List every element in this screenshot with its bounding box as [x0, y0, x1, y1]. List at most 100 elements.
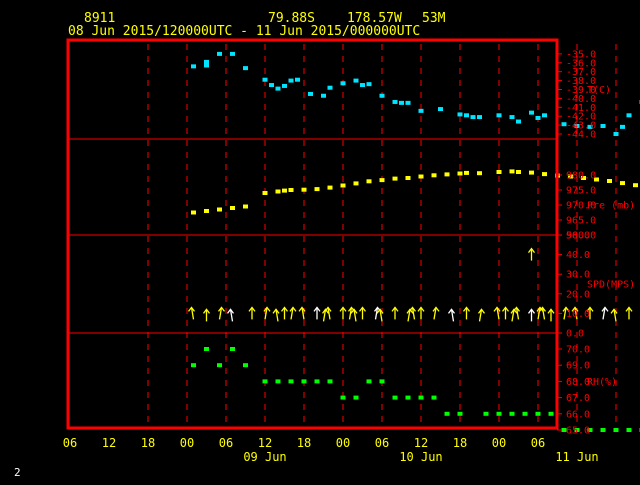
data-point: [380, 379, 385, 383]
data-point: [393, 177, 398, 181]
data-point: [367, 379, 372, 383]
y-axes: -35.0-36.0-37.0-38.0-39.0-40.0-41.0-42.0…: [557, 49, 635, 436]
y-tick-label: 965.0: [566, 216, 596, 227]
data-point: [393, 100, 398, 104]
x-tick-label: 12: [414, 436, 428, 450]
data-point: [458, 412, 463, 416]
data-point: [282, 189, 287, 193]
data-point: [341, 396, 346, 400]
data-point: [627, 113, 632, 117]
data-point: [276, 190, 281, 194]
y-tick-label: -44.0: [566, 130, 596, 141]
data-point: [419, 396, 424, 400]
data-point: [516, 170, 521, 174]
data-point: [289, 379, 294, 383]
data-point: [620, 125, 625, 129]
y-axis-title: RH(%): [587, 377, 617, 388]
data-point: [269, 83, 274, 87]
data-point: [295, 78, 300, 82]
meteogram: 8911 79.88S 178.57W 53M 08 Jun 2015/1200…: [0, 0, 640, 480]
time-range: 08 Jun 2015/120000UTC - 11 Jun 2015/0000…: [68, 24, 420, 39]
data-point: [230, 206, 235, 210]
data-point: [438, 107, 443, 111]
data-point: [204, 347, 209, 351]
data-point: [445, 412, 450, 416]
wind-arrow: [351, 309, 357, 321]
wind-arrow: [189, 307, 195, 319]
grid: [68, 44, 640, 424]
y-tick-label: 69.0: [566, 361, 590, 372]
x-date-label: 11 Jun: [555, 450, 598, 464]
x-tick-label: 18: [141, 436, 155, 450]
y-axis-title: Pre (mb): [587, 201, 635, 212]
x-tick-label: 12: [258, 436, 272, 450]
data-point: [243, 363, 248, 367]
wind-arrow: [479, 309, 485, 321]
plot-frame: [68, 40, 557, 428]
data-point: [289, 188, 294, 192]
wind-arrow: [392, 307, 398, 319]
data-point: [243, 66, 248, 70]
data-point: [217, 363, 222, 367]
data-point: [282, 84, 287, 88]
data-point: [308, 92, 313, 96]
x-tick-label: 06: [531, 436, 545, 450]
wind-arrow: [626, 307, 632, 319]
data-point: [354, 396, 359, 400]
x-tick-label: 06: [219, 436, 233, 450]
data-point: [523, 412, 528, 416]
data-point: [315, 187, 320, 191]
y-tick-label: 66.0: [566, 409, 590, 420]
x-tick-label: 18: [297, 436, 311, 450]
data-point: [477, 171, 482, 175]
wind-arrow: [529, 249, 535, 261]
y-tick-label: 65.0: [566, 426, 590, 437]
x-axis: 0612180006121800061218000609 Jun10 Jun11…: [63, 436, 599, 464]
data-point: [263, 191, 268, 195]
data-point: [510, 412, 515, 416]
data-point: [302, 379, 307, 383]
data-point: [601, 124, 606, 128]
data-point: [276, 87, 281, 91]
data-point: [419, 109, 424, 113]
data-point: [406, 176, 411, 180]
data-point: [263, 379, 268, 383]
data-point: [497, 113, 502, 117]
data-point: [341, 81, 346, 85]
wind-arrow: [340, 307, 346, 319]
data-point: [367, 82, 372, 86]
data-point: [445, 172, 450, 176]
data-point: [380, 178, 385, 182]
data-point: [471, 115, 476, 119]
data-point: [204, 63, 209, 67]
data-point: [328, 186, 333, 190]
data-point: [243, 205, 248, 209]
wind-arrow: [219, 307, 225, 319]
plot-border: [68, 40, 557, 428]
y-tick-label: 40.0: [566, 250, 590, 261]
data-point: [191, 64, 196, 68]
wind-arrow: [540, 307, 546, 319]
wind-arrow: [418, 307, 424, 319]
data-point: [633, 183, 638, 187]
data-point: [341, 184, 346, 188]
y-tick-label: 67.0: [566, 393, 590, 404]
data-point: [497, 170, 502, 174]
data-point: [484, 412, 489, 416]
wind-arrow: [503, 307, 509, 319]
wind-arrow: [228, 309, 234, 321]
data-point: [217, 208, 222, 212]
data-point: [419, 175, 424, 179]
x-tick-label: 06: [63, 436, 77, 450]
x-date-label: 10 Jun: [399, 450, 442, 464]
data-point: [549, 412, 554, 416]
data-point: [406, 101, 411, 105]
data-point: [529, 171, 534, 175]
data-point: [204, 60, 209, 64]
data-point: [627, 428, 632, 432]
data-point: [354, 79, 359, 83]
data-point: [289, 79, 294, 83]
data-point: [191, 211, 196, 215]
data-point: [529, 111, 534, 115]
data-point: [360, 83, 365, 87]
